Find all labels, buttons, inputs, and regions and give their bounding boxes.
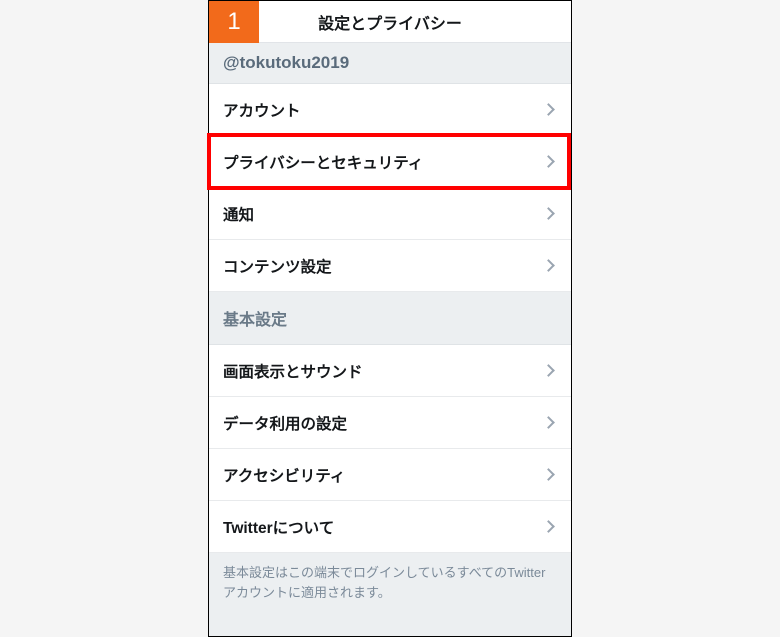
menu-item-about-twitter[interactable]: Twitterについて — [209, 501, 571, 553]
chevron-right-icon — [542, 155, 555, 168]
settings-screen: 1 設定とプライバシー @tokutoku2019 アカウント プライバシーとセ… — [208, 0, 572, 637]
menu-item-label: プライバシーとセキュリティ — [223, 151, 423, 173]
chevron-right-icon — [542, 364, 555, 377]
page-header: 設定とプライバシー — [209, 1, 571, 43]
basic-settings-section-header: 基本設定 — [209, 292, 571, 345]
menu-item-display-sound[interactable]: 画面表示とサウンド — [209, 345, 571, 397]
step-badge: 1 — [209, 1, 259, 43]
menu-item-label: 通知 — [223, 203, 254, 225]
footer-note: 基本設定はこの端末でログインしているすべてのTwitterアカウントに適用されま… — [209, 553, 571, 636]
menu-item-label: Twitterについて — [223, 516, 334, 538]
menu-item-content-settings[interactable]: コンテンツ設定 — [209, 240, 571, 292]
menu-item-data-usage[interactable]: データ利用の設定 — [209, 397, 571, 449]
menu-item-privacy-security[interactable]: プライバシーとセキュリティ — [209, 136, 571, 188]
chevron-right-icon — [542, 520, 555, 533]
menu-item-account[interactable]: アカウント — [209, 84, 571, 136]
menu-item-notifications[interactable]: 通知 — [209, 188, 571, 240]
chevron-right-icon — [542, 416, 555, 429]
account-handle: @tokutoku2019 — [223, 53, 349, 72]
menu-item-label: アクセシビリティ — [223, 464, 345, 486]
page-title: 設定とプライバシー — [318, 10, 462, 34]
chevron-right-icon — [542, 468, 555, 481]
menu-item-label: データ利用の設定 — [223, 412, 347, 434]
menu-item-label: 画面表示とサウンド — [223, 360, 363, 382]
footer-note-text: 基本設定はこの端末でログインしているすべてのTwitterアカウントに適用されま… — [223, 565, 545, 600]
menu-item-accessibility[interactable]: アクセシビリティ — [209, 449, 571, 501]
chevron-right-icon — [542, 259, 555, 272]
account-section-header: @tokutoku2019 — [209, 43, 571, 84]
menu-item-label: アカウント — [223, 99, 301, 121]
menu-item-label: コンテンツ設定 — [223, 255, 332, 277]
chevron-right-icon — [542, 207, 555, 220]
section-title: 基本設定 — [223, 312, 287, 329]
chevron-right-icon — [542, 103, 555, 116]
